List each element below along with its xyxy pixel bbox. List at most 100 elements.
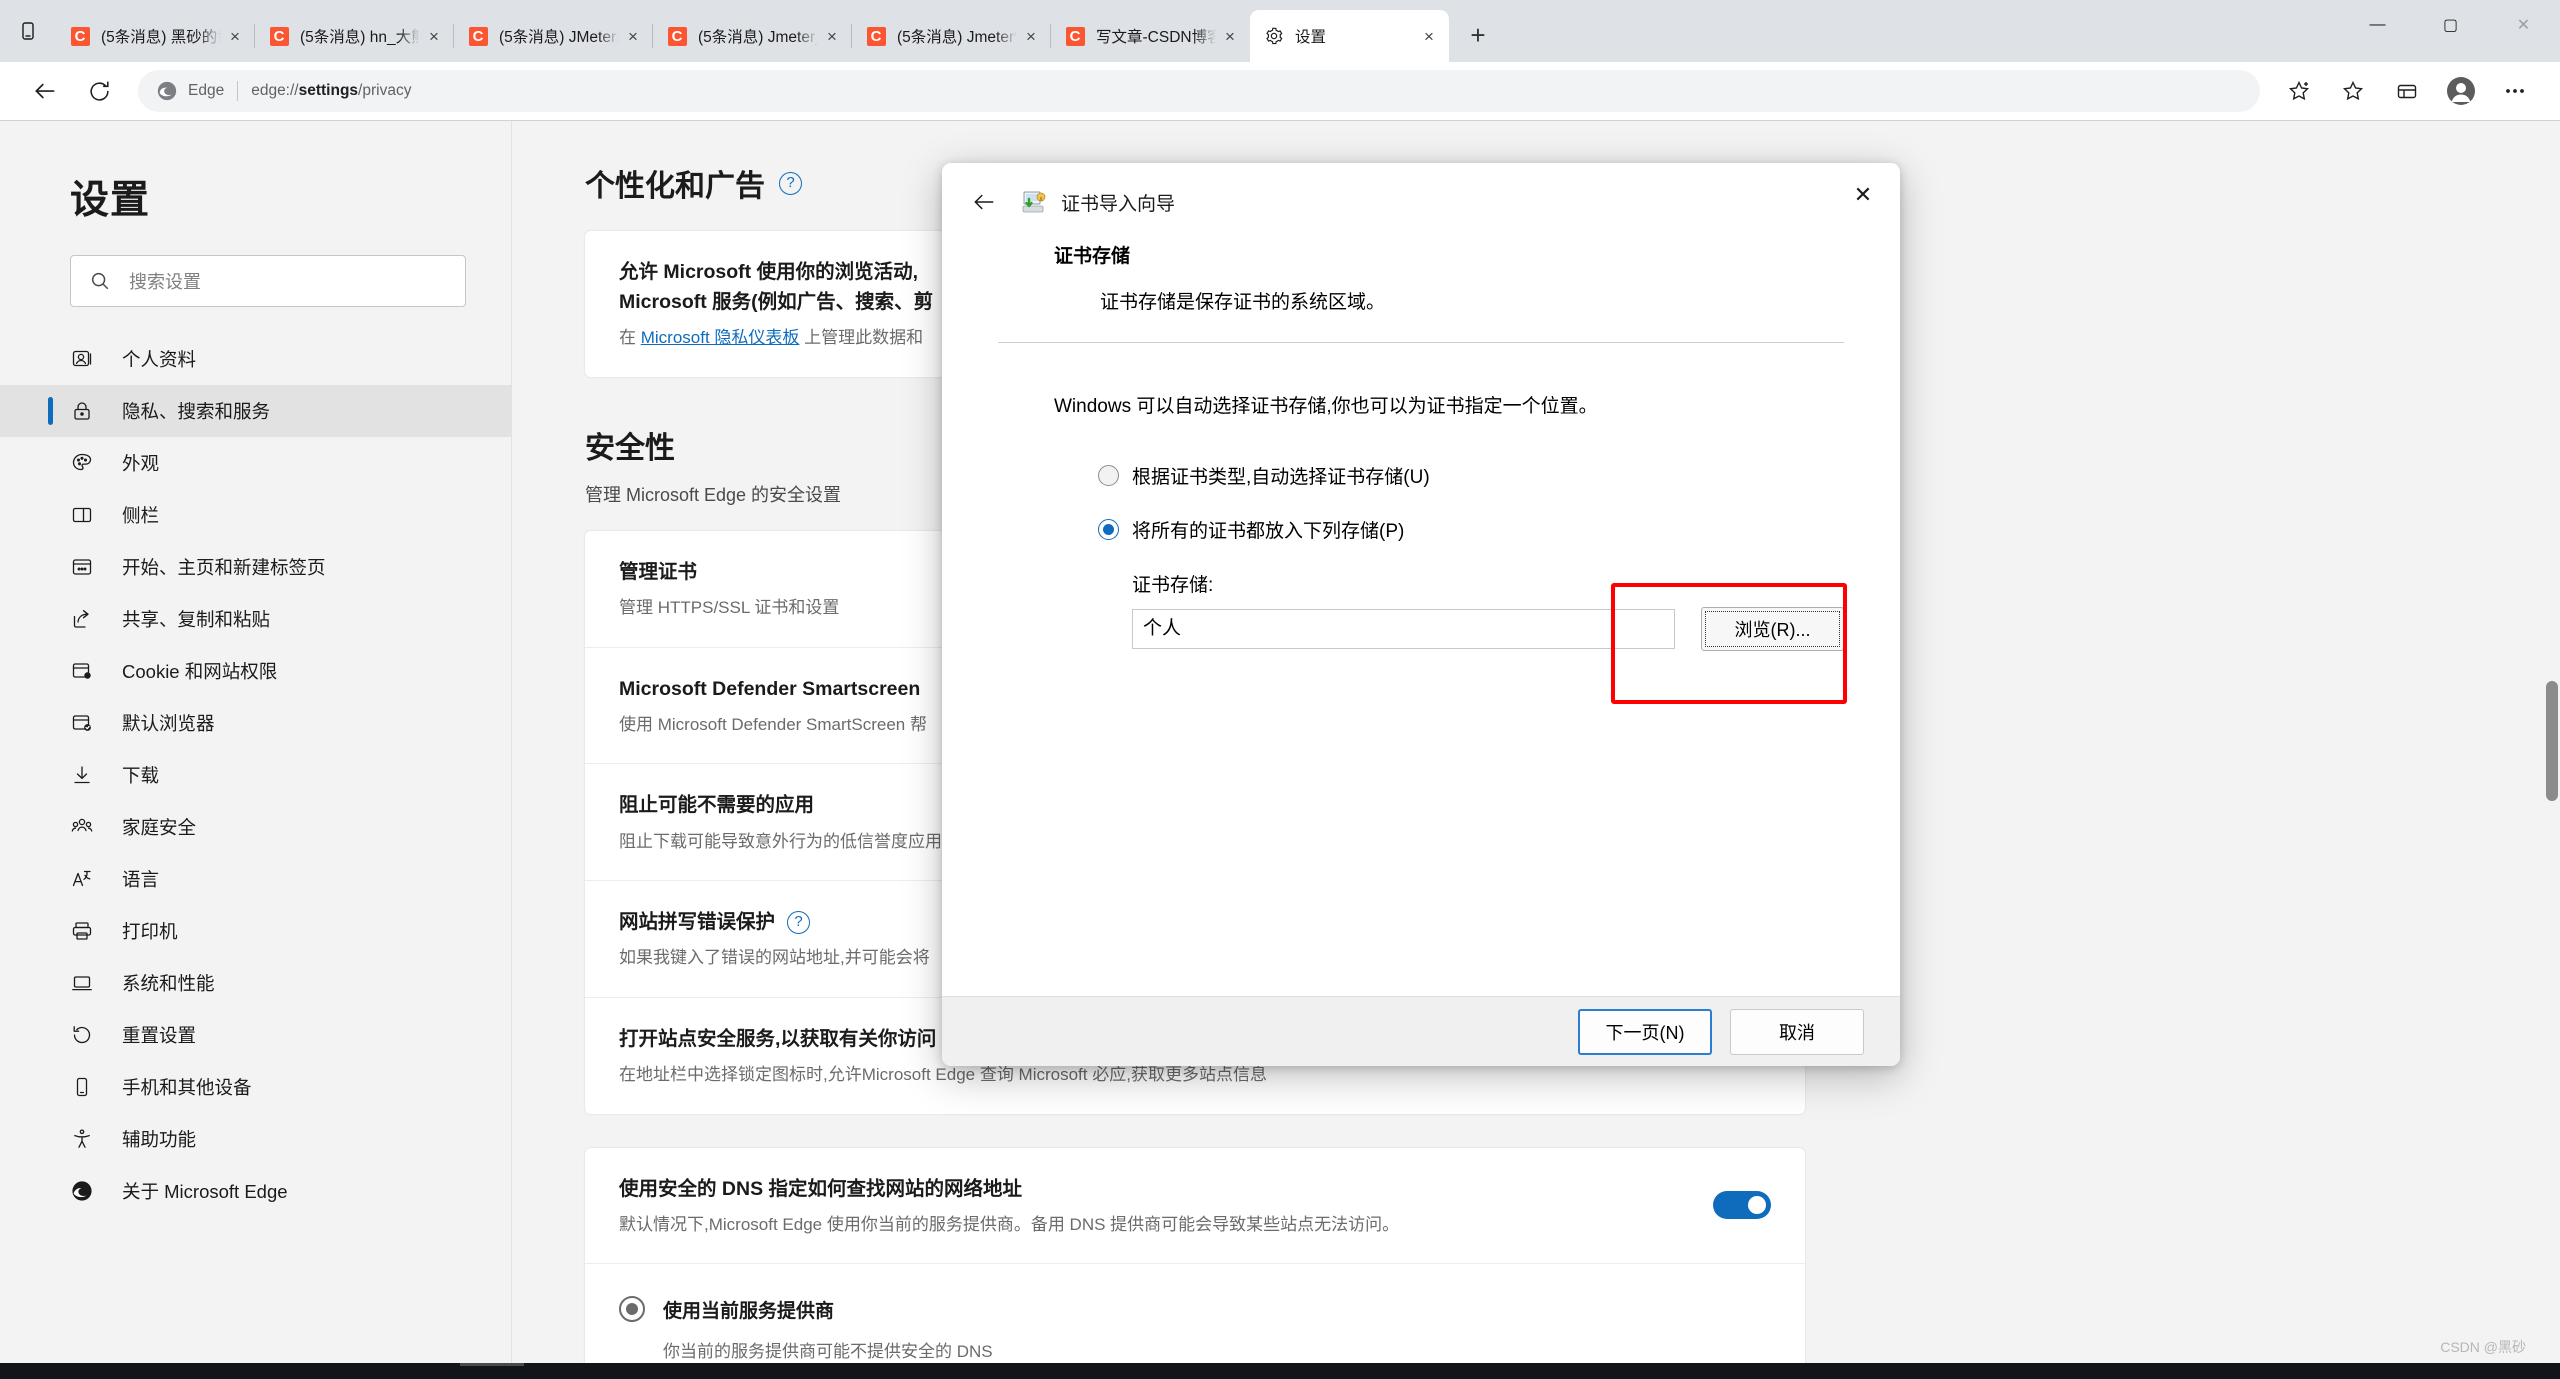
search-input[interactable]: 搜索设置 xyxy=(70,255,466,307)
dialog-section-heading: 证书存储 xyxy=(1054,246,1131,267)
sidebar-item-3[interactable]: 侧栏 xyxy=(0,489,511,541)
certificate-import-icon xyxy=(1020,188,1048,216)
tab-close-icon[interactable]: × xyxy=(619,22,647,50)
add-favorite-icon[interactable] xyxy=(2272,64,2326,118)
browser-tab[interactable]: C (5条消息) Jmeter性能测试× xyxy=(851,10,1051,62)
tab-title: (5条消息) Jmeter_黑砂的博客 xyxy=(698,29,818,46)
auto-select-label: 根据证书类型,自动选择证书存储(U) xyxy=(1132,467,1430,488)
reset-icon xyxy=(70,1023,104,1047)
sidebar-item-5[interactable]: 共享、复制和粘贴 xyxy=(0,593,511,645)
tab-close-icon[interactable]: × xyxy=(818,22,846,50)
place-all-option[interactable]: 将所有的证书都放入下列存储(P) xyxy=(1098,516,1844,543)
reload-icon[interactable] xyxy=(72,64,126,118)
lock-icon xyxy=(70,399,104,423)
phone-icon xyxy=(70,1075,104,1099)
sidebar-item-label: 手机和其他设备 xyxy=(122,1077,252,1098)
dns-options: 使用当前服务提供商你当前的服务提供商可能不提供安全的 DNS请选择服务提供商 xyxy=(585,1264,1805,1379)
search-placeholder: 搜索设置 xyxy=(129,272,201,292)
tab-close-icon[interactable]: × xyxy=(1415,22,1443,50)
more-options-icon[interactable] xyxy=(2488,64,2542,118)
dns-option-radio[interactable] xyxy=(619,1296,645,1323)
tab-close-icon[interactable]: × xyxy=(420,22,448,50)
privacy-dashboard-link[interactable]: Microsoft 隐私仪表板 xyxy=(641,328,800,347)
maximize-button[interactable]: ▢ xyxy=(2414,0,2487,50)
sidebar-item-12[interactable]: 系统和性能 xyxy=(0,957,511,1009)
cancel-button[interactable]: 取消 xyxy=(1730,1008,1864,1055)
collections-icon[interactable] xyxy=(2380,64,2434,118)
browser-tab[interactable]: C (5条消息) hn_大熊的博客_CSDN博客× xyxy=(254,10,454,62)
sidebar-item-16[interactable]: 关于 Microsoft Edge xyxy=(0,1165,511,1217)
help-icon[interactable]: ? xyxy=(779,171,802,195)
settings-sidebar: 设置 搜索设置 个人资料 隐私、搜索和服务 外观 侧栏 开始、主页和新建标签页 共享、复制… xyxy=(0,121,512,1379)
browser-tab[interactable]: 设置 × xyxy=(1250,10,1449,62)
back-arrow-icon[interactable] xyxy=(962,180,1006,224)
sidebar-nav: 个人资料隐私、搜索和服务 外观 侧栏 开始、主页和新建标签页 共享、复制和粘贴 Cooki… xyxy=(0,333,511,1217)
sidebar-item-1[interactable]: 隐私、搜索和服务 xyxy=(0,385,511,437)
minimize-label: — xyxy=(2369,16,2386,33)
url-bold: settings xyxy=(298,82,359,99)
page-scrollbar[interactable] xyxy=(2543,121,2560,1379)
browse-button[interactable]: 浏览(R)... xyxy=(1701,607,1844,651)
tab-close-icon[interactable]: × xyxy=(1216,22,1244,50)
tab-close-icon[interactable]: × xyxy=(221,22,249,50)
sidebar-item-9[interactable]: 家庭安全 xyxy=(0,801,511,853)
csdn-icon: C xyxy=(468,26,488,46)
sidebar-item-label: 打印机 xyxy=(122,921,178,942)
browse-button-label: 浏览(R)... xyxy=(1734,620,1811,640)
close-icon[interactable]: ✕ xyxy=(1840,175,1886,215)
minimize-button[interactable]: — xyxy=(2341,0,2414,50)
new-tab-label: + xyxy=(1470,20,1486,50)
dns-row[interactable]: 使用安全的 DNS 指定如何查找网站的网络地址 默认情况下,Microsoft … xyxy=(585,1148,1805,1265)
cancel-button-label: 取消 xyxy=(1779,1022,1815,1043)
sidebar-item-13[interactable]: 重置设置 xyxy=(0,1009,511,1061)
dns-title: 使用安全的 DNS 指定如何查找网站的网络地址 xyxy=(619,1177,1023,1200)
browser-tab[interactable]: C (5条消息) 黑砂的博客_CSDN博客× xyxy=(56,10,255,62)
toolbar-right xyxy=(2272,64,2542,118)
browser-tab[interactable]: C 写文章-CSDN博客 × xyxy=(1050,10,1250,62)
sidebar-item-label: 默认浏览器 xyxy=(122,713,215,734)
sidebar-item-4[interactable]: 开始、主页和新建标签页 xyxy=(0,541,511,593)
privacy-sub-prefix: 在 xyxy=(619,328,641,348)
profile-icon xyxy=(70,347,104,371)
help-icon[interactable]: ? xyxy=(787,911,811,935)
sidebar-item-11[interactable]: 打印机 xyxy=(0,905,511,957)
sidebar-item-label: 关于 Microsoft Edge xyxy=(122,1181,288,1202)
sidebar-item-label: 个人资料 xyxy=(122,349,197,370)
share-icon xyxy=(70,607,104,631)
csdn-icon: C xyxy=(1065,26,1085,46)
scrollbar-thumb[interactable] xyxy=(2546,681,2558,801)
sidebar-item-14[interactable]: 手机和其他设备 xyxy=(0,1061,511,1113)
default-browser-icon xyxy=(70,711,104,735)
sidebar-item-6[interactable]: Cookie 和网站权限 xyxy=(0,645,511,697)
back-arrow-icon[interactable] xyxy=(18,64,72,118)
auto-select-option[interactable]: 根据证书类型,自动选择证书存储(U) xyxy=(1098,462,1844,489)
browser-tab[interactable]: C (5条消息) Jmeter_黑砂的博客× xyxy=(652,10,852,62)
next-button[interactable]: 下一页(N) xyxy=(1578,1008,1712,1055)
tab-title: 设置 xyxy=(1295,29,1327,46)
tab-title: 写文章-CSDN博客 xyxy=(1096,29,1216,46)
place-all-radio[interactable] xyxy=(1098,519,1119,540)
profile-icon[interactable] xyxy=(2434,64,2488,118)
cookie-icon xyxy=(70,659,104,683)
sidebar-item-8[interactable]: 下载 xyxy=(0,749,511,801)
dns-option[interactable]: 使用当前服务提供商 你当前的服务提供商可能不提供安全的 DNS xyxy=(585,1264,1805,1362)
url-prefix: edge:// xyxy=(251,82,299,99)
new-tab-button[interactable]: + xyxy=(1455,12,1501,58)
browser-tab[interactable]: C (5条消息) JMeter基础---脚本录制× xyxy=(453,10,653,62)
dns-toggle[interactable] xyxy=(1713,1191,1771,1220)
tab-close-icon[interactable]: × xyxy=(1017,22,1045,50)
store-value-field[interactable]: 个人 xyxy=(1132,609,1676,649)
sidebar-item-10[interactable]: 语言 xyxy=(0,853,511,905)
favorites-icon[interactable] xyxy=(2326,64,2380,118)
accessibility-icon xyxy=(70,1127,104,1151)
sidebar-item-0[interactable]: 个人资料 xyxy=(0,333,511,385)
sidebar-item-7[interactable]: 默认浏览器 xyxy=(0,697,511,749)
tab-title: (5条消息) 黑砂的博客_CSDN博客 xyxy=(101,29,221,46)
sidebar-item-2[interactable]: 外观 xyxy=(0,437,511,489)
address-bar[interactable]: Edge edge://settings/privacy xyxy=(138,70,2260,112)
close-window-button[interactable]: ✕ xyxy=(2487,0,2560,50)
tab-search-icon[interactable] xyxy=(0,0,56,62)
dns-card: 使用安全的 DNS 指定如何查找网站的网络地址 默认情况下,Microsoft … xyxy=(585,1147,1805,1379)
auto-select-radio[interactable] xyxy=(1098,465,1119,486)
sidebar-item-15[interactable]: 辅助功能 xyxy=(0,1113,511,1165)
